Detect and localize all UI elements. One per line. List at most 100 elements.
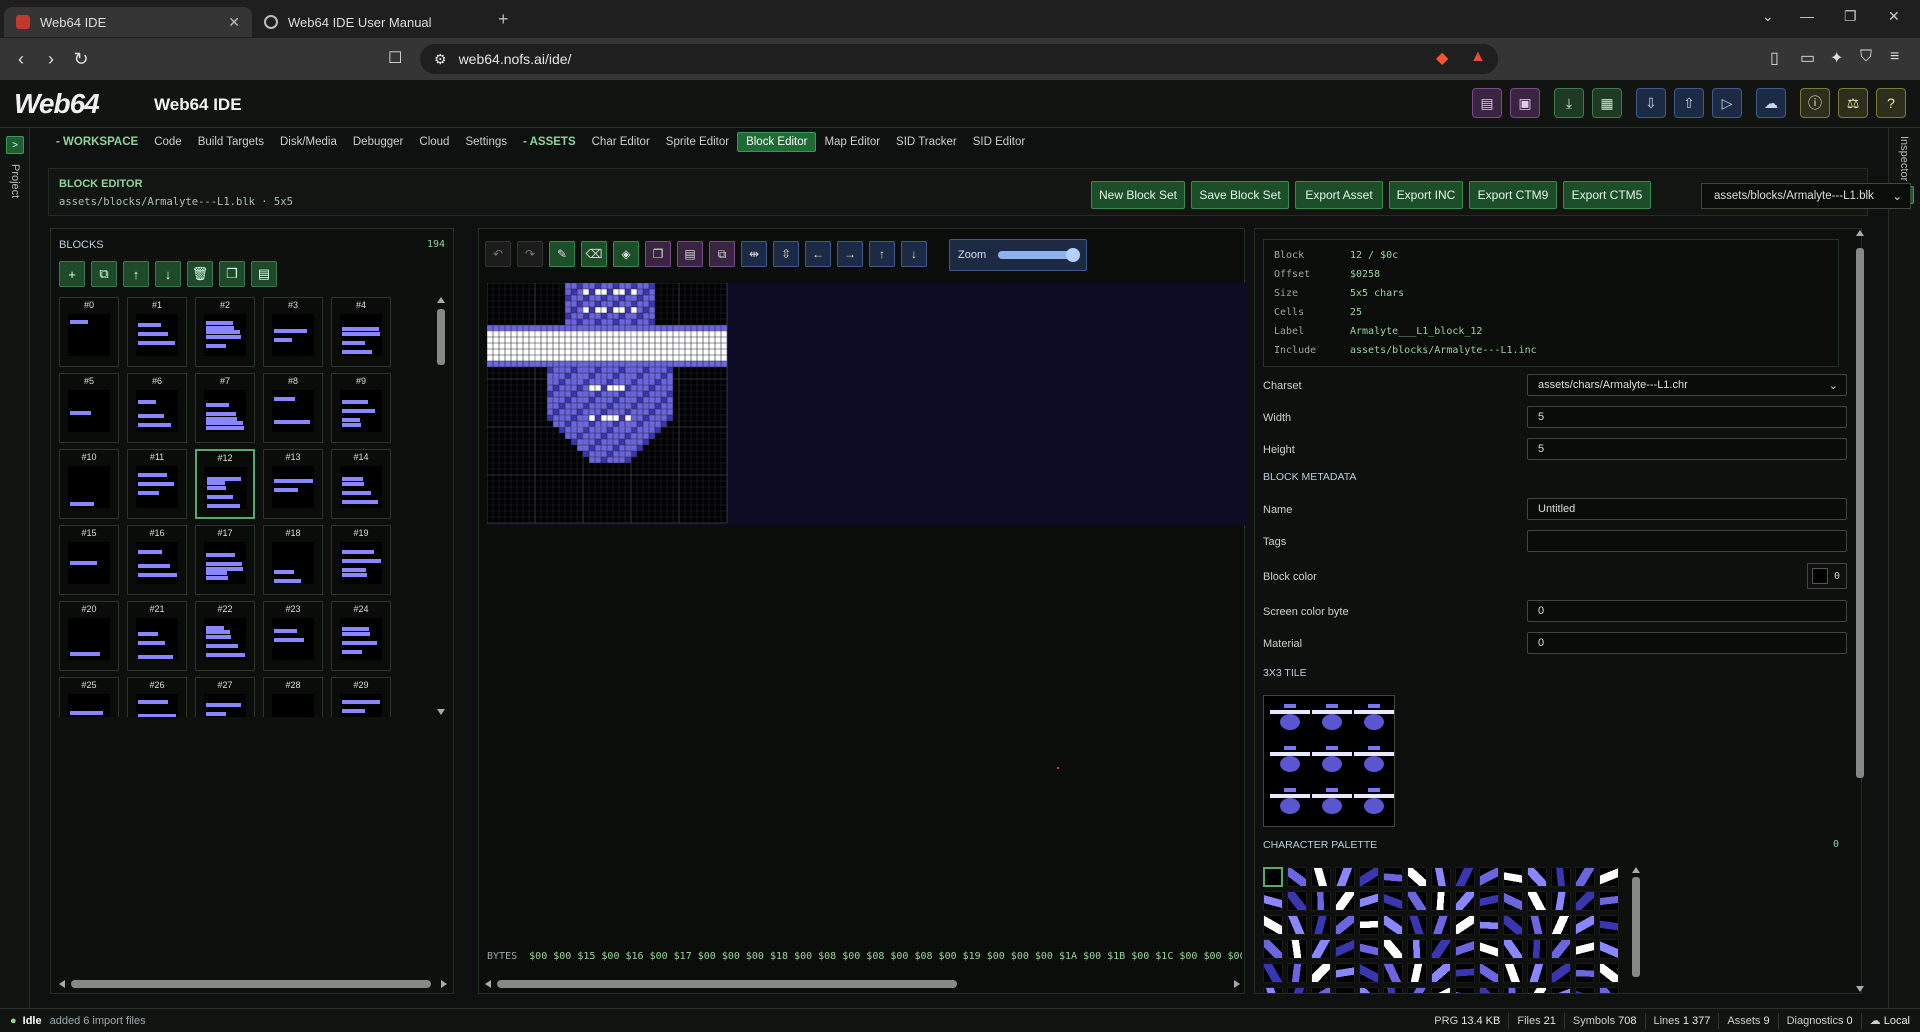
duplicate-block-button[interactable]: ⧉ [91, 261, 117, 287]
project-rail-label[interactable]: Project [9, 164, 21, 198]
eraser-tool-button[interactable]: ⌫ [581, 241, 607, 267]
download-button[interactable]: ⤓ [1554, 88, 1584, 118]
palette-char[interactable] [1575, 939, 1595, 959]
palette-char[interactable] [1431, 915, 1451, 935]
palette-char[interactable] [1455, 963, 1475, 983]
palette-char[interactable] [1359, 915, 1379, 935]
block-tile[interactable]: #10 [59, 449, 119, 519]
palette-char[interactable] [1311, 867, 1331, 887]
restore-icon[interactable]: ❐ [1844, 8, 1857, 25]
redo-button[interactable]: ↷ [517, 241, 543, 267]
blocks-vertical-scrollbar[interactable] [435, 297, 447, 717]
delete-block-button[interactable]: 🗑 [187, 261, 213, 287]
palette-char[interactable] [1287, 963, 1307, 983]
palette-char[interactable] [1359, 987, 1379, 993]
zoom-slider[interactable] [998, 248, 1081, 262]
rewards-icon[interactable]: ▲ [1470, 48, 1486, 66]
block-tile[interactable]: #17 [195, 525, 255, 595]
flip-horizontal-button[interactable]: ⇹ [741, 241, 767, 267]
palette-char[interactable] [1263, 867, 1283, 887]
palette-char[interactable] [1383, 867, 1403, 887]
palette-char[interactable] [1287, 915, 1307, 935]
palette-char[interactable] [1335, 915, 1355, 935]
block-tile[interactable]: #9 [331, 373, 391, 443]
block-tile[interactable]: #7 [195, 373, 255, 443]
block-tile[interactable]: #29 [331, 677, 391, 717]
vpn-icon[interactable]: ⛉ [1860, 48, 1872, 66]
new-block-set-button[interactable]: New Block Set [1091, 181, 1185, 209]
palette-char[interactable] [1383, 939, 1403, 959]
block-tile[interactable]: #3 [263, 297, 323, 367]
palette-char[interactable] [1263, 963, 1283, 983]
block-tile[interactable]: #25 [59, 677, 119, 717]
palette-char[interactable] [1263, 891, 1283, 911]
nav-code[interactable]: Code [146, 133, 190, 151]
assets-section-label[interactable]: - ASSETS [515, 133, 584, 151]
export-inc-button[interactable]: Export INC [1389, 181, 1463, 209]
palette-char[interactable] [1575, 963, 1595, 983]
palette-char[interactable] [1311, 891, 1331, 911]
nav-cloud[interactable]: Cloud [411, 133, 457, 151]
palette-char[interactable] [1551, 963, 1571, 983]
cloud-button[interactable]: ☁ [1756, 88, 1786, 118]
expand-project-button[interactable]: > [6, 136, 24, 154]
palette-char[interactable] [1455, 891, 1475, 911]
nav-build-targets[interactable]: Build Targets [190, 133, 272, 151]
canvas-horizontal-scrollbar[interactable] [485, 979, 1240, 989]
import-button[interactable]: ⇩ [1636, 88, 1666, 118]
url-field[interactable]: ⚙ web64.nofs.ai/ide/ [420, 44, 1498, 74]
info-button[interactable]: ⓘ [1800, 88, 1830, 118]
palette-char[interactable] [1263, 915, 1283, 935]
palette-char[interactable] [1527, 915, 1547, 935]
export-asset-button[interactable]: Export Asset [1295, 181, 1383, 209]
palette-char[interactable] [1575, 867, 1595, 887]
move-down-button[interactable]: ↓ [155, 261, 181, 287]
palette-char[interactable] [1311, 987, 1331, 993]
palette-char[interactable] [1527, 963, 1547, 983]
shift-right-button[interactable]: → [837, 241, 863, 267]
palette-char[interactable] [1359, 891, 1379, 911]
palette-char[interactable] [1479, 915, 1499, 935]
palette-char[interactable] [1455, 987, 1475, 993]
palette-char[interactable] [1551, 987, 1571, 993]
close-window-icon[interactable]: ✕ [1888, 8, 1900, 25]
palette-char[interactable] [1455, 867, 1475, 887]
nav-char-editor[interactable]: Char Editor [584, 133, 658, 151]
move-up-button[interactable]: ↑ [123, 261, 149, 287]
block-tile[interactable]: #14 [331, 449, 391, 519]
inspector-scrollbar[interactable] [1854, 230, 1866, 992]
palette-char[interactable] [1551, 915, 1571, 935]
palette-char[interactable] [1383, 963, 1403, 983]
palette-char[interactable] [1407, 963, 1427, 983]
palette-char[interactable] [1431, 867, 1451, 887]
palette-char[interactable] [1527, 867, 1547, 887]
palette-char[interactable] [1383, 891, 1403, 911]
palette-char[interactable] [1599, 891, 1619, 911]
shift-left-button[interactable]: ← [805, 241, 831, 267]
block-tile[interactable]: #22 [195, 601, 255, 671]
block-tile[interactable]: #13 [263, 449, 323, 519]
tab-list-icon[interactable]: ⌄ [1762, 8, 1774, 25]
palette-char[interactable] [1503, 939, 1523, 959]
palette-char[interactable] [1287, 891, 1307, 911]
palette-char[interactable] [1551, 867, 1571, 887]
zoom-slider-thumb[interactable] [1066, 248, 1081, 262]
palette-char[interactable] [1575, 915, 1595, 935]
palette-char[interactable] [1599, 867, 1619, 887]
block-tile[interactable]: #15 [59, 525, 119, 595]
block-tile[interactable]: #16 [127, 525, 187, 595]
block-tile[interactable]: #11 [127, 449, 187, 519]
name-input[interactable]: Untitled [1527, 498, 1847, 520]
copy-block-button[interactable]: ❐ [219, 261, 245, 287]
palette-char[interactable] [1599, 915, 1619, 935]
height-input[interactable]: 5 [1527, 438, 1847, 460]
palette-char[interactable] [1335, 939, 1355, 959]
palette-char[interactable] [1407, 939, 1427, 959]
flip-vertical-button[interactable]: ⇳ [773, 241, 799, 267]
palette-char[interactable] [1335, 987, 1355, 993]
palette-char[interactable] [1431, 891, 1451, 911]
nav-sprite-editor[interactable]: Sprite Editor [658, 133, 737, 151]
mode-value[interactable]: Local [1884, 1015, 1910, 1027]
palette-char[interactable] [1383, 915, 1403, 935]
block-tile[interactable]: #21 [127, 601, 187, 671]
